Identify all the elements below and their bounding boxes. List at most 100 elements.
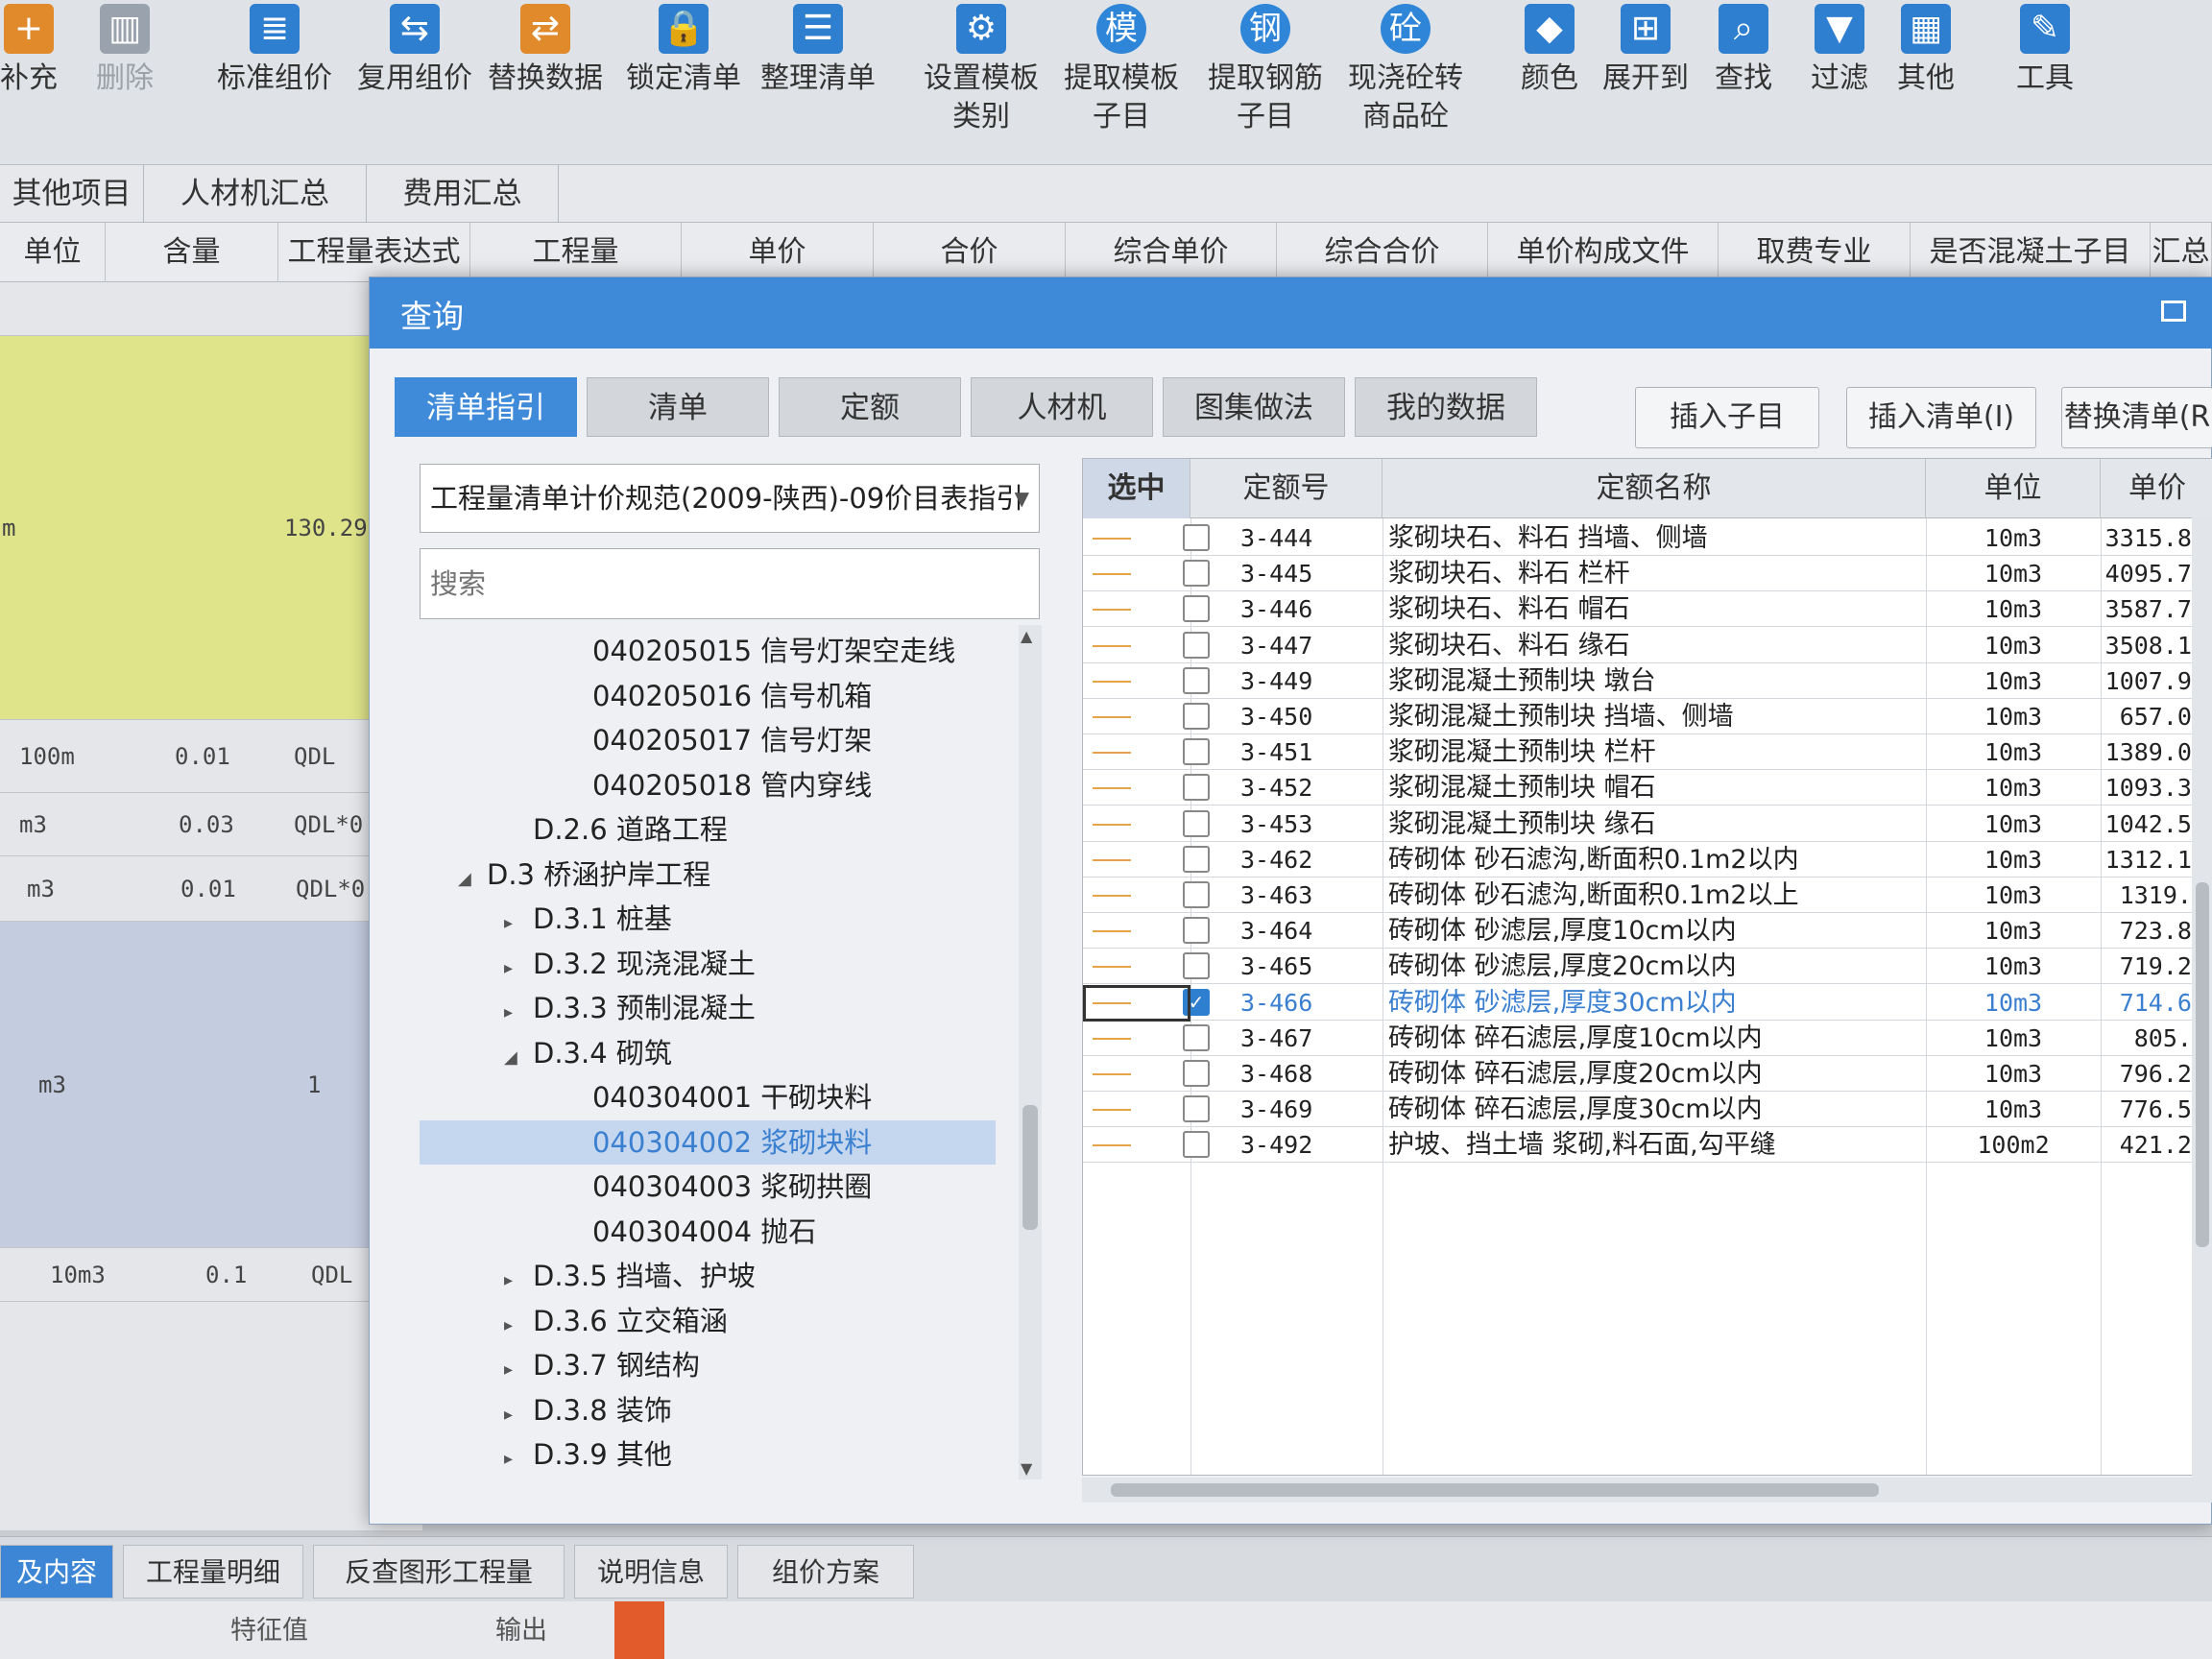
checkbox[interactable] xyxy=(1183,1095,1210,1123)
table-row[interactable]: m3 0.03 QDL*0.0 xyxy=(0,793,422,856)
expand-arrow-icon[interactable]: ▸ xyxy=(504,1304,533,1348)
table-row[interactable]: 3-451 浆砌混凝土预制块 栏杆 10m3 1389.04 xyxy=(1083,734,2212,771)
col-quota-name[interactable]: 定额名称 xyxy=(1382,459,1926,518)
grid-column-header[interactable]: 工程量 xyxy=(470,223,682,282)
table-row[interactable]: 3-444 浆砌块石、料石 挡墙、侧墙 10m3 3315.81 xyxy=(1083,520,2212,556)
table-row[interactable]: m3 0.01 QDL*0.2 xyxy=(0,856,422,922)
tree-node[interactable]: 040205017 信号灯架 xyxy=(420,718,996,762)
col-select[interactable]: 选中 xyxy=(1083,459,1190,518)
checkbox[interactable] xyxy=(1183,666,1210,694)
tree-node[interactable]: ▸ D.3.3 预制混凝土 xyxy=(420,986,996,1030)
table-row[interactable]: 3-453 浆砌混凝土预制块 缘石 10m3 1042.54 xyxy=(1083,806,2212,842)
collapse-arrow-icon[interactable]: ◢ xyxy=(458,857,487,902)
reuse-price-button[interactable]: ⇆ 复用组价 xyxy=(357,0,472,98)
tab-list[interactable]: 清单 xyxy=(587,377,769,437)
tab-labor-material-summary[interactable]: 人材机汇总 xyxy=(144,165,367,223)
lock-button[interactable]: 🔒 锁定清单 xyxy=(626,0,741,98)
table-horizontal-scrollbar[interactable] xyxy=(1082,1478,2212,1503)
tree-node[interactable]: ▸ D.3.1 桩基 xyxy=(420,897,996,941)
tree-node[interactable]: 040304002 浆砌块料 xyxy=(420,1119,996,1165)
col-unit[interactable]: 单位 xyxy=(1926,459,2101,518)
replace-list-button[interactable]: 替换清单(R xyxy=(2061,387,2212,448)
replace-data-button[interactable]: ⇄ 替换数据 xyxy=(488,0,603,98)
template-category-button[interactable]: ⚙ 设置模板 类别 xyxy=(924,0,1039,136)
tree-node[interactable]: 040304004 抛石 xyxy=(420,1210,996,1254)
col-price[interactable]: 单价 xyxy=(2101,459,2212,518)
organize-list-button[interactable]: ☰ 整理清单 xyxy=(760,0,876,98)
tab-atlas-method[interactable]: 图集做法 xyxy=(1163,377,1345,437)
grid-column-header[interactable]: 含量 xyxy=(106,223,278,282)
tree-node[interactable]: ◢ D.3 桥涵护岸工程 xyxy=(420,853,996,897)
tab-content[interactable]: 及内容 xyxy=(0,1545,113,1599)
table-row[interactable]: 3-462 砖砌体 砂石滤沟,断面积0.1m2以内 10m3 1312.11 xyxy=(1083,842,2212,878)
grid-column-header[interactable]: 单价 xyxy=(682,223,874,282)
checkbox[interactable] xyxy=(1183,845,1210,873)
table-row[interactable]: 3-446 浆砌块石、料石 帽石 10m3 3587.74 xyxy=(1083,591,2212,628)
table-row[interactable]: m 130.29 xyxy=(0,336,422,720)
tree-node[interactable]: ▸ D.3.7 钢结构 xyxy=(420,1343,996,1387)
expand-arrow-icon[interactable]: ▸ xyxy=(504,1259,533,1303)
expand-arrow-icon[interactable]: ▸ xyxy=(504,1393,533,1437)
table-row[interactable]: 3-449 浆砌混凝土预制块 墩台 10m3 1007.92 xyxy=(1083,663,2212,699)
tree-scroll-thumb[interactable] xyxy=(1022,1105,1038,1230)
checkbox[interactable] xyxy=(1183,524,1210,551)
table-row[interactable]: 3-468 砖砌体 碎石滤层,厚度20cm以内 10m3 796.26 xyxy=(1083,1056,2212,1092)
grid-column-header[interactable]: 综合合价 xyxy=(1277,223,1488,282)
expand-arrow-icon[interactable]: ▸ xyxy=(504,1437,533,1479)
checkbox[interactable] xyxy=(1183,631,1210,659)
concrete-convert-button[interactable]: 砼现浇砼转 商品砼 xyxy=(1348,0,1463,136)
checkbox[interactable] xyxy=(1183,703,1210,730)
col-quota-code[interactable]: 定额号 xyxy=(1190,459,1382,518)
insert-list-button[interactable]: 插入清单(I) xyxy=(1846,387,2036,448)
table-row[interactable]: 3-492 护坡、挡土墙 浆砌,料石面,勾平缝 100m2 421.23 xyxy=(1083,1127,2212,1164)
grid-column-header[interactable]: 综合单价 xyxy=(1066,223,1277,282)
tab-my-data[interactable]: 我的数据 xyxy=(1355,377,1537,437)
horizontal-scroll-thumb[interactable] xyxy=(1111,1483,1879,1497)
grid-column-header[interactable]: 汇总 xyxy=(2151,223,2212,282)
tree-node[interactable]: 040205015 信号灯架空走线 xyxy=(420,629,996,673)
dialog-title-bar[interactable]: 查询 xyxy=(370,277,2212,349)
table-vertical-scrollbar[interactable] xyxy=(2192,517,2212,1478)
scroll-up-icon[interactable]: ▲ xyxy=(1021,627,1032,645)
checkbox[interactable] xyxy=(1183,738,1210,766)
tab-fee-summary[interactable]: 费用汇总 xyxy=(367,165,559,223)
checkbox[interactable] xyxy=(1183,1060,1210,1087)
tree-node[interactable]: ▸ D.3.9 其他 xyxy=(420,1432,996,1477)
tree-node[interactable]: 040304003 浆砌拱圈 xyxy=(420,1165,996,1209)
tree-node[interactable]: ▸ D.3.2 现浇混凝土 xyxy=(420,942,996,986)
tree-node[interactable]: 040205018 管内穿线 xyxy=(420,763,996,807)
checkbox[interactable] xyxy=(1183,1131,1210,1159)
checkbox[interactable] xyxy=(1183,917,1210,945)
checkbox[interactable] xyxy=(1183,809,1210,837)
maximize-icon[interactable] xyxy=(2161,301,2186,322)
table-row[interactable]: m3 1 xyxy=(0,922,422,1248)
expand-arrow-icon[interactable]: ▸ xyxy=(504,991,533,1035)
table-scroll-thumb[interactable] xyxy=(2196,882,2209,1247)
table-row[interactable]: 3-465 砖砌体 砂滤层,厚度20cm以内 10m3 719.26 xyxy=(1083,949,2212,985)
table-row[interactable]: 3-467 砖砌体 碎石滤层,厚度10cm以内 10m3 805.5 xyxy=(1083,1021,2212,1056)
insert-subitem-button[interactable]: 插入子目 xyxy=(1635,387,1819,448)
more-button[interactable]: ▦ 其他 xyxy=(1868,0,1984,98)
checkbox[interactable] xyxy=(1183,1023,1210,1051)
grid-column-header[interactable]: 工程量表达式 xyxy=(278,223,470,282)
tools-button[interactable]: ✎ 工具 xyxy=(1987,0,2103,98)
table-row[interactable]: 3-464 砖砌体 砂滤层,厚度10cm以内 10m3 723.88 xyxy=(1083,913,2212,950)
grid-column-header[interactable]: 单位 xyxy=(0,223,106,282)
rebar-extract-button[interactable]: 钢提取钢筋 子目 xyxy=(1208,0,1323,136)
scroll-down-icon[interactable]: ▼ xyxy=(1021,1459,1032,1478)
tab-list-guide[interactable]: 清单指引 xyxy=(395,377,577,437)
table-row[interactable]: 3-447 浆砌块石、料石 缘石 10m3 3508.15 xyxy=(1083,628,2212,663)
expand-arrow-icon[interactable]: ▸ xyxy=(504,902,533,946)
tab-labor-material[interactable]: 人材机 xyxy=(971,377,1153,437)
table-row[interactable]: 3-445 浆砌块石、料石 栏杆 10m3 4095.73 xyxy=(1083,556,2212,592)
table-row[interactable]: 3-463 砖砌体 砂石滤沟,断面积0.1m2以上 10m3 1319.3 xyxy=(1083,878,2212,913)
template-extract-button[interactable]: 模提取模板 子目 xyxy=(1064,0,1179,136)
tab-quantity-detail[interactable]: 工程量明细 xyxy=(123,1545,303,1599)
checkbox[interactable] xyxy=(1183,560,1210,588)
tree-node[interactable]: 040205016 信号机箱 xyxy=(420,674,996,718)
tab-description[interactable]: 说明信息 xyxy=(574,1545,728,1599)
chevron-down-icon[interactable]: ▼ xyxy=(1015,465,1029,532)
table-row[interactable]: 3-450 浆砌混凝土预制块 挡墙、侧墙 10m3 657.04 xyxy=(1083,699,2212,734)
tree-node[interactable]: 040304001 干砌块料 xyxy=(420,1075,996,1119)
checkbox[interactable] xyxy=(1183,952,1210,980)
